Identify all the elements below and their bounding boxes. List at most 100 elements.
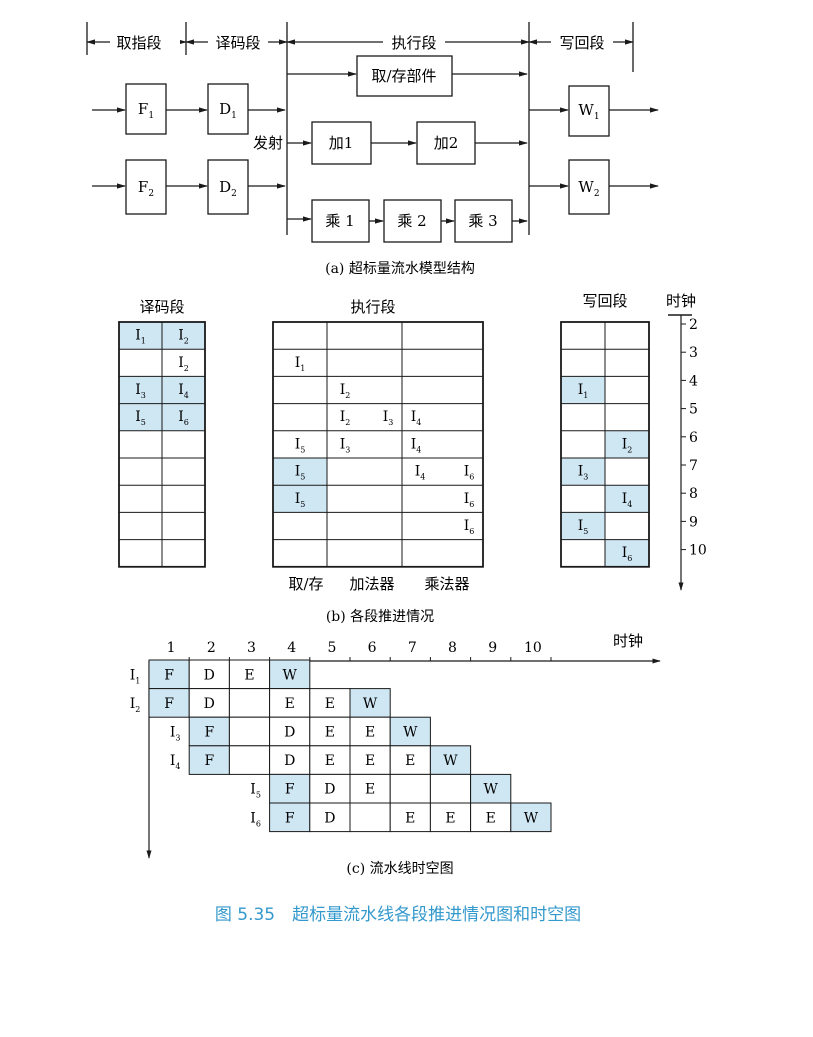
exec-cell-label: I4: [411, 436, 422, 454]
instruction-label: I2: [130, 696, 141, 714]
exec-cell-label: I2: [340, 382, 351, 400]
fetch-unit-1: F1: [138, 100, 154, 121]
exec-cell-label: I4: [415, 464, 426, 482]
spacetime-cell-label: F: [164, 696, 174, 712]
stage-writeback-label: 写回段: [559, 34, 604, 52]
clock-number: 8: [448, 640, 457, 656]
decode-cell-label: I2: [178, 355, 189, 373]
spacetime-cell-label: F: [204, 725, 214, 741]
clock-axis-title: 时钟: [666, 292, 696, 310]
spacetime-cell: [228, 716, 271, 747]
spacetime-cell-label: D: [284, 753, 295, 769]
stage-progress-tables: I1 I2I2I3 I4I5 I6I1I2I3I4I5I6I1I2I2 I3 I4I5 I3…: [118, 314, 707, 591]
clock-number: 1: [167, 640, 176, 656]
clock-number: 7: [408, 640, 417, 656]
decode-unit-1: D1: [219, 100, 237, 121]
issue-label: 发射: [253, 134, 283, 152]
exec-unit-label-mul: 乘法器: [424, 575, 469, 593]
spacetime-cell-label: W: [524, 810, 539, 826]
clock-tick-label: 9: [689, 514, 698, 530]
pipeline-figure: 取指段 译码段 执行段 写回段 发射 F1 F2 D1 D2 取/存部件 加1 …: [86, 22, 707, 925]
pipeline-space-time-diagram: 1 2 3 4 5 6 7 8 9 10I1 F D E WI2 F D E E WI3 F D E E WI4 F D E E E WI…: [130, 640, 661, 859]
clock-tick-label: 5: [689, 402, 698, 418]
clock-tick-label: 10: [689, 543, 707, 559]
spacetime-cell-label: F: [164, 667, 174, 683]
clock-tick-label: 6: [689, 430, 698, 446]
instruction-label: I6: [250, 810, 261, 828]
exec-cell-label: I6: [464, 491, 475, 509]
spacetime-cell-label: F: [285, 782, 295, 798]
spacetime-cell-label: W: [363, 696, 378, 712]
spacetime-cell-label: E: [365, 725, 375, 741]
clock-tick-label: 8: [689, 486, 698, 502]
spacetime-cell-label: F: [204, 753, 214, 769]
multiplier-unit-1: 乘 1: [325, 212, 354, 230]
adder-unit-2: 加2: [434, 134, 459, 152]
decode-unit-2: D2: [219, 178, 237, 199]
spacetime-cell-label: E: [285, 696, 295, 712]
spacetime-cell-label: E: [325, 753, 335, 769]
exec-cell-label: I5: [295, 436, 306, 454]
exec-unit-label-add: 加法器: [349, 575, 394, 593]
multiplier-unit-3: 乘 3: [468, 212, 497, 230]
exec-unit-label-ls: 取/存: [288, 575, 323, 593]
instruction-label: I5: [250, 782, 261, 800]
instruction-label: I4: [170, 753, 181, 771]
spacetime-cell: [228, 688, 271, 718]
stage-decode-label: 译码段: [215, 34, 260, 52]
instruction-label: I3: [170, 725, 181, 743]
spacetime-cell-label: W: [443, 753, 458, 769]
clock-number: 10: [524, 640, 542, 656]
spacetime-cell-label: D: [324, 810, 335, 826]
exec-cell-label: I1: [295, 355, 306, 373]
exec-cell-label: I4: [411, 409, 422, 427]
writeback-unit-2: W2: [578, 178, 599, 199]
fetch-unit-2: F2: [138, 178, 154, 199]
spacetime-cell-label: F: [285, 810, 295, 826]
exec-cell-label: I3: [383, 409, 394, 427]
spacetime-cell: [349, 802, 391, 833]
spacetime-cell: [389, 773, 431, 804]
wb-table-title: 写回段: [582, 292, 627, 310]
exec-cell-label: I2: [340, 409, 351, 427]
spacetime-cell-label: E: [244, 667, 254, 683]
exec-cell-label: I3: [340, 436, 351, 454]
caption-b: (b) 各段推进情况: [326, 609, 434, 625]
exec-table: [272, 321, 484, 568]
clock-number: 5: [327, 640, 336, 656]
exec-cell-label: I6: [464, 518, 475, 536]
adder-unit-1: 加1: [329, 134, 354, 152]
clock-number: 6: [368, 640, 377, 656]
multiplier-unit-2: 乘 2: [397, 212, 426, 230]
spacetime-cell-label: E: [486, 810, 496, 826]
clock-tick-label: 4: [689, 373, 698, 389]
clock-tick-label: 7: [689, 458, 698, 474]
spacetime-cell-label: W: [403, 725, 418, 741]
spacetime-cell-label: D: [324, 782, 335, 798]
spacetime-cell-label: W: [484, 782, 499, 798]
clock-tick-label: 2: [689, 317, 698, 333]
stage-fetch-label: 取指段: [116, 34, 161, 52]
exec-cell-label: I6: [464, 464, 475, 482]
spacetime-cell-label: E: [445, 810, 455, 826]
exec-table-title: 执行段: [350, 298, 395, 316]
clock-number: 3: [247, 640, 256, 656]
spacetime-cell-label: E: [325, 696, 335, 712]
clock-number: 4: [287, 640, 296, 656]
spacetime-cell: [228, 745, 271, 775]
stage-execute-label: 执行段: [391, 34, 436, 52]
spacetime-cell-label: E: [365, 782, 375, 798]
spacetime-cell-label: E: [365, 753, 375, 769]
spacetime-cell-label: E: [325, 725, 335, 741]
writeback-unit-1: W1: [578, 101, 599, 122]
clock-tick-label: 3: [689, 345, 698, 361]
spacetime-cell-label: D: [284, 725, 295, 741]
spacetime-cell: [429, 773, 472, 804]
caption-a: (a) 超标量流水模型结构: [325, 261, 475, 277]
spacetime-cell-label: E: [405, 753, 415, 769]
spacetime-cell-label: W: [283, 667, 298, 683]
clock-number: 9: [488, 640, 497, 656]
decode-table-title: 译码段: [139, 298, 184, 316]
spacetime-cell-label: D: [204, 696, 215, 712]
superscalar-structure-diagram: [86, 22, 659, 243]
